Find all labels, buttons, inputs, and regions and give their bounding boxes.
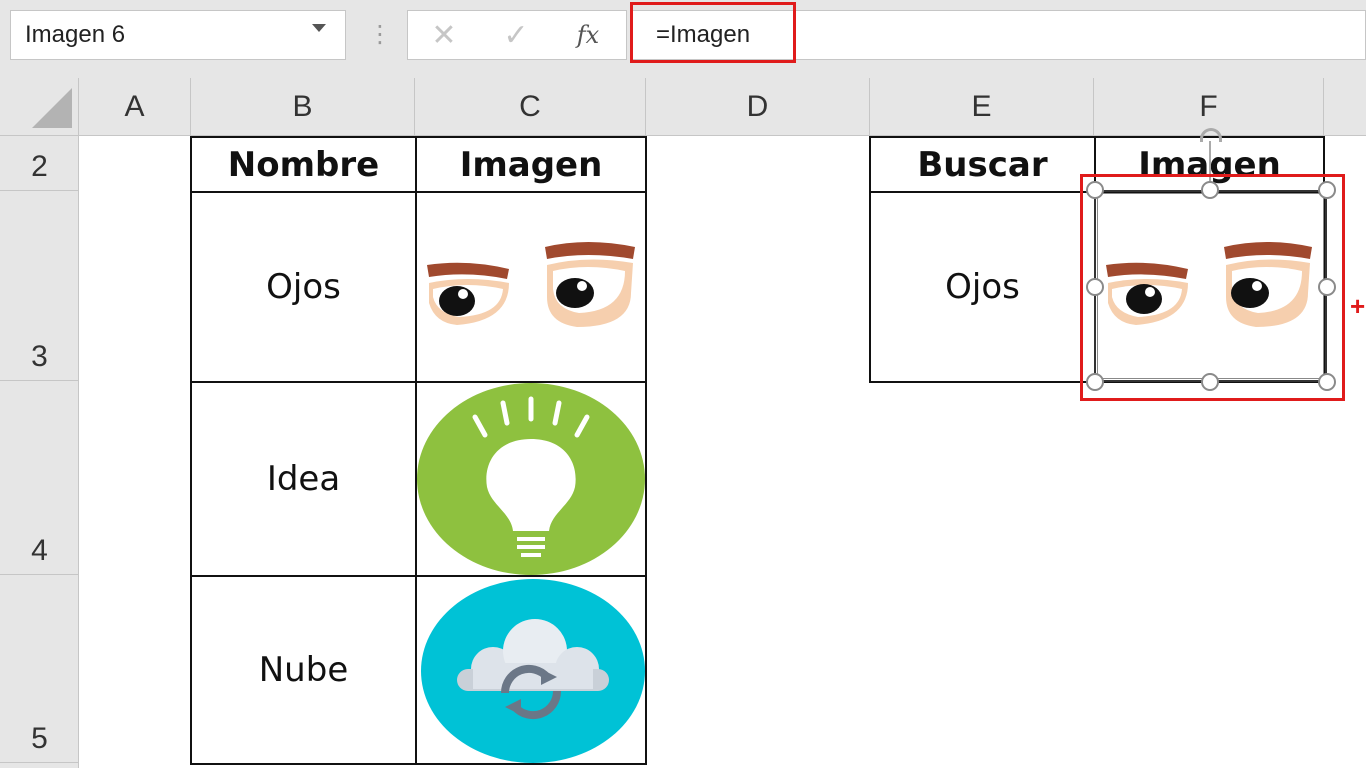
select-all-icon [32, 88, 72, 128]
column-header-b[interactable]: B [191, 78, 415, 136]
name-box-dropdown-icon[interactable] [312, 24, 326, 32]
row-header-3[interactable]: 3 [0, 191, 79, 381]
header-cell-buscar[interactable]: Buscar [869, 136, 1096, 193]
row-header-4[interactable]: 4 [0, 381, 79, 575]
cell-search-value[interactable]: Ojos [869, 191, 1096, 383]
cell-image-nube[interactable] [415, 575, 647, 765]
left-eye [427, 262, 509, 325]
cell-image-ojos[interactable] [415, 191, 647, 383]
row-header-2[interactable]: 2 [0, 136, 79, 191]
formula-highlight-box [630, 2, 796, 63]
column-header-e[interactable]: E [870, 78, 1094, 136]
formula-buttons: ✕ ✓ fx [407, 10, 627, 60]
cell-name-idea[interactable]: Idea [190, 381, 417, 577]
cell-name-ojos[interactable]: Ojos [190, 191, 417, 383]
lightbulb-image[interactable] [417, 383, 645, 575]
header-cell-nombre[interactable]: Nombre [190, 136, 417, 193]
confirm-icon[interactable]: ✓ [488, 11, 544, 59]
cloud-sync-image[interactable] [417, 577, 645, 763]
name-box-value: Imagen 6 [25, 21, 126, 48]
cell-name-nube[interactable]: Nube [190, 575, 417, 765]
cell-image-idea[interactable] [415, 381, 647, 577]
header-cell-imagen[interactable]: Imagen [415, 136, 647, 193]
move-cursor-icon: + [1350, 291, 1366, 321]
insert-function-icon[interactable]: fx [560, 11, 616, 59]
selection-highlight-box [1080, 174, 1345, 401]
row-header-5[interactable]: 5 [0, 575, 79, 763]
eyes-image[interactable] [417, 193, 645, 381]
separator-dots[interactable]: ⋮ [368, 20, 392, 50]
column-header-a[interactable]: A [79, 78, 191, 136]
column-header-d[interactable]: D [646, 78, 870, 136]
name-box[interactable]: Imagen 6 [10, 10, 346, 60]
column-header-c[interactable]: C [415, 78, 646, 136]
cancel-icon[interactable]: ✕ [416, 11, 472, 59]
right-eye [545, 242, 635, 327]
